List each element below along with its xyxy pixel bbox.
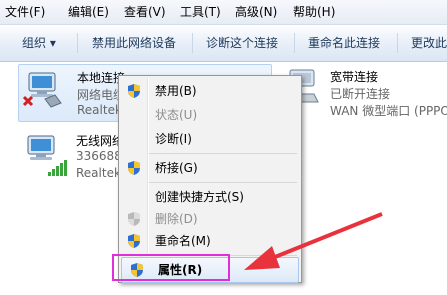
connection-ssid: 336688 [76, 149, 122, 163]
connection-adapter: Realtek [76, 166, 121, 180]
connection-wireless[interactable]: 无线网络 336688 Realtek [18, 128, 128, 184]
menu-item-create-shortcut[interactable]: 创建快捷方式(S) [119, 185, 301, 209]
menu-separator [149, 182, 297, 183]
change-settings-button[interactable]: 更改此 [411, 25, 447, 61]
shield-icon [128, 234, 140, 248]
menu-item-rename[interactable]: 重命名(M) [119, 229, 301, 253]
connection-name: 无线网络 [76, 134, 125, 148]
toolbar-separator [294, 33, 295, 53]
menu-advanced[interactable]: 高级(N) [235, 0, 277, 24]
command-toolbar: 组织 ▾ 禁用此网络设备 诊断这个连接 重命名此连接 更改此 [0, 25, 447, 62]
wireless-adapter-icon [27, 135, 67, 176]
toolbar-separator [397, 33, 398, 53]
connection-adapter: Realtek [77, 103, 122, 117]
menu-tools[interactable]: 工具(T) [180, 0, 221, 24]
menu-item-diagnose[interactable]: 诊断(I) [119, 127, 301, 151]
menu-view[interactable]: 查看(V) [124, 0, 166, 24]
connection-status: 已断开连接 [330, 87, 391, 101]
disable-device-button[interactable]: 禁用此网络设备 [92, 25, 176, 61]
organize-button[interactable]: 组织 ▾ [22, 25, 56, 61]
toolbar-separator [192, 33, 193, 53]
menu-separator [149, 153, 297, 154]
network-adapter-icon [23, 72, 62, 108]
menu-item-status[interactable]: 状态(U) [119, 103, 301, 127]
menu-item-disable[interactable]: 禁用(B) [119, 79, 301, 103]
toolbar-separator [77, 33, 78, 53]
connection-name: 宽带连接 [330, 70, 379, 84]
menu-file[interactable]: 文件(F) [5, 0, 45, 24]
connection-adapter: WAN 微型端口 (PPPO [330, 104, 447, 118]
menu-item-delete[interactable]: 删除(D) [119, 207, 301, 231]
annotation-highlight-box [112, 254, 230, 281]
menu-item-bridge[interactable]: 桥接(G) [119, 156, 301, 180]
menu-edit[interactable]: 编辑(E) [68, 0, 109, 24]
rename-connection-button[interactable]: 重命名此连接 [308, 25, 380, 61]
shield-icon [128, 161, 140, 175]
diagnose-connection-button[interactable]: 诊断这个连接 [206, 25, 278, 61]
shield-icon [128, 212, 140, 226]
menu-help[interactable]: 帮助(H) [293, 0, 335, 24]
context-menu: 禁用(B) 状态(U) 诊断(I) 桥接(G) 创建快捷方式(S) 删除(D) … [118, 75, 302, 283]
menu-bar: 文件(F) 编辑(E) 查看(V) 工具(T) 高级(N) 帮助(H) [0, 0, 447, 25]
shield-icon [128, 84, 140, 98]
